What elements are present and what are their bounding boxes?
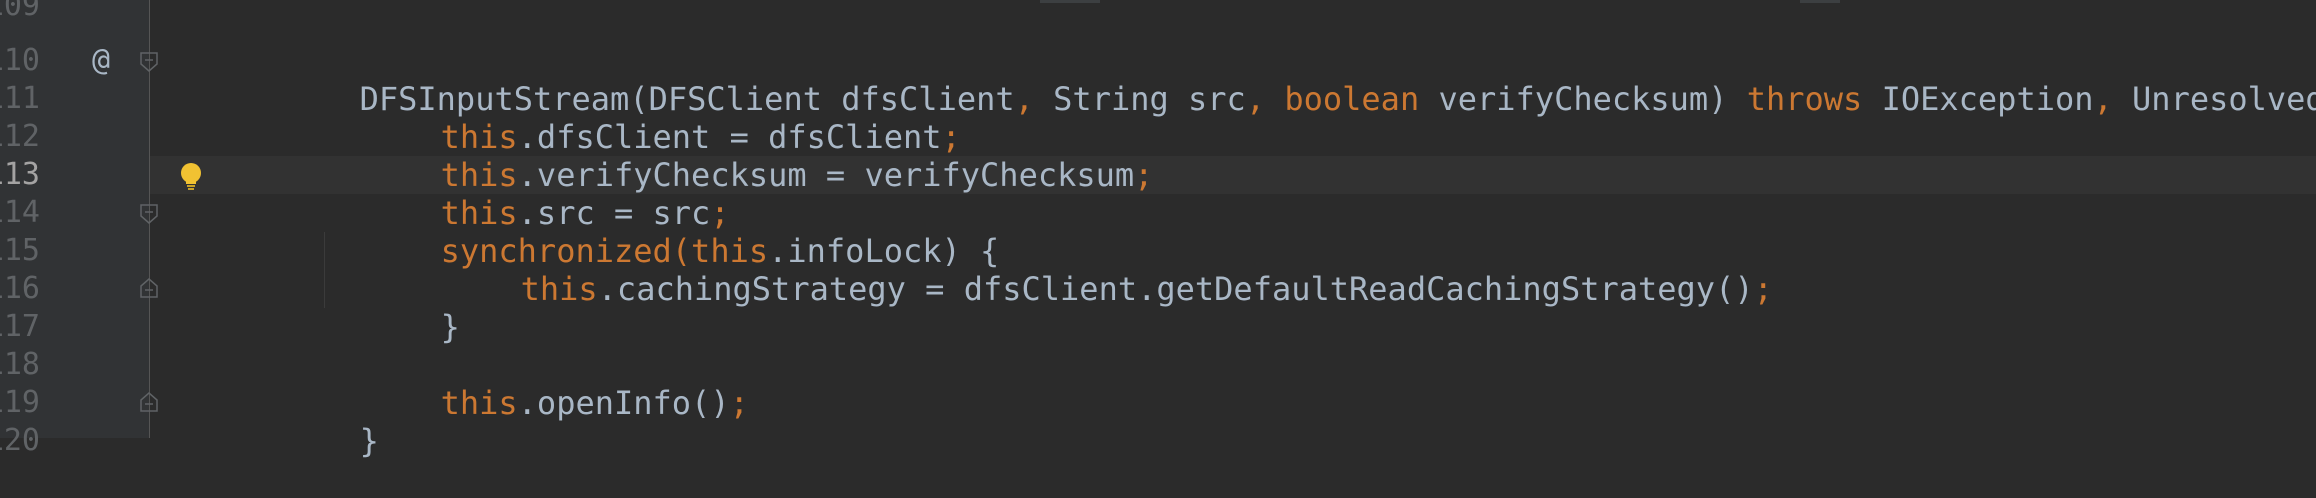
line-number: 119 <box>0 385 40 420</box>
code-line-current: 113 this.src = src; <box>0 156 2316 232</box>
line-number: 114 <box>0 195 40 230</box>
code-line: 119 } <box>0 384 2316 460</box>
code-line: 111 this.dfsClient = dfsClient; <box>0 80 2316 156</box>
code-editor[interactable]: 109 110 @ DFSInputStream(DFSClient dfsCl… <box>0 0 2316 460</box>
line-number: 111 <box>0 81 40 116</box>
line-number: 113 <box>0 157 40 192</box>
fold-open-icon[interactable] <box>140 52 158 72</box>
fold-close-icon[interactable] <box>140 278 158 298</box>
line-number: 118 <box>0 347 40 382</box>
line-number: 116 <box>0 271 40 306</box>
code-line: 110 @ DFSInputStream(DFSClient dfsClient… <box>0 42 2316 118</box>
code-line: 112 this.verifyChecksum = verifyChecksum… <box>0 118 2316 194</box>
code-line: 120 <box>0 422 2316 460</box>
fold-close-icon[interactable] <box>140 392 158 412</box>
line-number: 110 <box>0 43 40 78</box>
code-line: 114 synchronized(this.infoLock) { <box>0 194 2316 270</box>
lightbulb-icon[interactable] <box>178 162 204 190</box>
fold-open-icon[interactable] <box>140 204 158 224</box>
code-line: 109 <box>0 0 2316 25</box>
line-number: 117 <box>0 309 40 344</box>
override-marker-icon[interactable]: @ <box>92 42 110 80</box>
code-line: 116 } <box>0 270 2316 346</box>
line-number: 115 <box>0 233 40 268</box>
line-number: 120 <box>0 423 40 458</box>
line-number: 112 <box>0 119 40 154</box>
code-line: 117 <box>0 308 2316 346</box>
code-line: 115 this.cachingStrategy = dfsClient.get… <box>0 232 2316 308</box>
code-line: 118 this.openInfo(); <box>0 346 2316 422</box>
line-number: 109 <box>0 0 40 23</box>
